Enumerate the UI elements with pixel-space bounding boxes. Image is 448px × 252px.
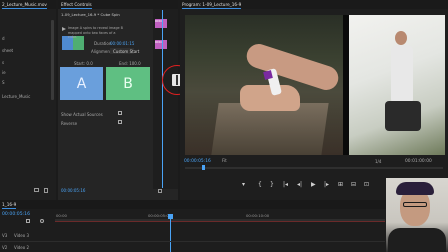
show-actual-sources-label: Show Actual Sources: [61, 112, 103, 117]
project-scrollbar[interactable]: [51, 20, 54, 100]
fit-dropdown[interactable]: Fit: [222, 158, 238, 164]
mark-out-icon[interactable]: }: [270, 181, 274, 188]
alignment-label: Alignment: [91, 49, 112, 54]
export-frame-icon[interactable]: ⊡: [364, 181, 369, 188]
timeline-tabbar: 1_16-9: [0, 200, 448, 209]
show-actual-sources-checkbox[interactable]: [118, 111, 122, 115]
end-label: End: 100.0: [119, 61, 141, 66]
snap-icon[interactable]: [26, 219, 30, 223]
extract-icon[interactable]: ⊟: [351, 181, 356, 188]
program-video-frame: [185, 15, 445, 155]
go-to-in-icon[interactable]: |◂: [283, 181, 288, 188]
clip-a-label: A: [76, 75, 87, 92]
cube-edge-divider: [343, 15, 349, 155]
clip-b-preview[interactable]: B: [106, 67, 150, 100]
ruler-label: 00:00:10:00: [246, 213, 270, 218]
project-tab[interactable]: 2_Lecture_Music.mov: [2, 2, 47, 9]
scale-value[interactable]: 1/4: [375, 159, 381, 164]
step-forward-icon[interactable]: |▸: [324, 181, 329, 188]
presenter-hat: [396, 182, 434, 195]
clip-b-label: B: [123, 75, 133, 92]
skater-legs: [385, 101, 421, 131]
mini-clip-lower[interactable]: RDN: [155, 40, 167, 49]
reverse-checkbox[interactable]: [118, 120, 122, 124]
presenter-glasses: [403, 202, 427, 207]
mini-clip-upper[interactable]: RDN: [155, 19, 167, 28]
skater-head: [395, 31, 407, 45]
program-timecode-right: 00:01:00:00: [405, 159, 432, 164]
folder-icon[interactable]: [34, 188, 39, 192]
track-name: Video 3: [14, 233, 30, 238]
program-playhead-marker[interactable]: [202, 165, 205, 170]
webcam-overlay: [386, 178, 448, 252]
track-name: Video 2: [14, 245, 30, 250]
clip-a-preview[interactable]: A: [60, 67, 103, 100]
effect-clip-name: 1-09_Lecture_16-9 * Cube Spin: [61, 12, 120, 17]
timeline-tab[interactable]: 1_16-9: [2, 202, 17, 209]
program-scrubber[interactable]: [185, 167, 443, 169]
effect-controls-panel: Effect Controls 1-09_Lecture_16-9 * Cube…: [58, 0, 178, 200]
ruler-label: 00:00: [56, 213, 67, 218]
program-tab[interactable]: Program: 1-09_Lecture_16-9: [182, 2, 242, 9]
program-timecode-left[interactable]: 00:00:05:16: [184, 159, 211, 164]
project-item[interactable]: s: [2, 60, 4, 65]
start-label: Start: 0.0: [74, 61, 93, 66]
step-back-icon[interactable]: ◂|: [297, 181, 302, 188]
project-item[interactable]: ie: [2, 70, 6, 75]
effect-description: Image A spins to reveal image B mapped o…: [68, 26, 123, 40]
effect-controls-tabbar: Effect Controls: [58, 0, 178, 9]
timeline-playhead-head[interactable]: [168, 214, 173, 219]
alignment-value: Custom Start: [113, 48, 140, 54]
effect-timecode[interactable]: 00:00:05:16: [61, 188, 85, 193]
program-monitor: Program: 1-09_Lecture_16-9 00:00:05:16 F…: [180, 0, 448, 200]
alignment-dropdown[interactable]: Custom Start: [110, 48, 139, 54]
lift-icon[interactable]: ⊞: [338, 181, 343, 188]
project-item[interactable]: sheet: [2, 48, 13, 53]
play-button[interactable]: ▶: [311, 181, 316, 188]
effect-mini-timeline: [153, 9, 178, 189]
add-marker-icon[interactable]: ▾: [242, 181, 245, 188]
program-tabbar: Program: 1-09_Lecture_16-9: [180, 0, 448, 9]
reverse-label: Reverse: [61, 121, 78, 126]
trash-icon[interactable]: [44, 188, 48, 193]
timeline-playhead[interactable]: [170, 214, 171, 252]
timeline-timecode[interactable]: 00:00:05:16: [2, 212, 30, 217]
filter-icon[interactable]: [158, 189, 162, 193]
duration-label: Duration: [94, 41, 112, 46]
mark-in-icon[interactable]: {: [258, 181, 262, 188]
wrench-icon[interactable]: [40, 219, 44, 223]
play-icon[interactable]: [62, 27, 66, 31]
mini-clip-label: RDN: [155, 19, 162, 23]
duration-value[interactable]: 00:00:01:15: [110, 41, 134, 46]
project-tabbar: 2_Lecture_Music.mov: [0, 0, 56, 9]
track-divider: [0, 241, 385, 242]
skater-body: [391, 45, 413, 105]
presenter-shirt: [388, 228, 446, 252]
project-item[interactable]: Lecture_Music: [2, 94, 30, 99]
fit-value: Fit: [222, 158, 227, 163]
project-panel: 2_Lecture_Music.mov d sheet s ie S Lectu…: [0, 0, 56, 200]
mini-clip-label: RDN: [155, 40, 162, 44]
track-label[interactable]: V3: [2, 233, 7, 238]
work-area-bar[interactable]: [55, 221, 385, 222]
project-item[interactable]: d: [2, 36, 5, 41]
project-item[interactable]: S: [2, 80, 5, 85]
timeline-panel: 1_16-9: [0, 200, 448, 252]
mini-playhead[interactable]: [162, 10, 163, 188]
track-label[interactable]: V2: [2, 245, 7, 250]
effect-controls-tab[interactable]: Effect Controls: [61, 2, 92, 9]
